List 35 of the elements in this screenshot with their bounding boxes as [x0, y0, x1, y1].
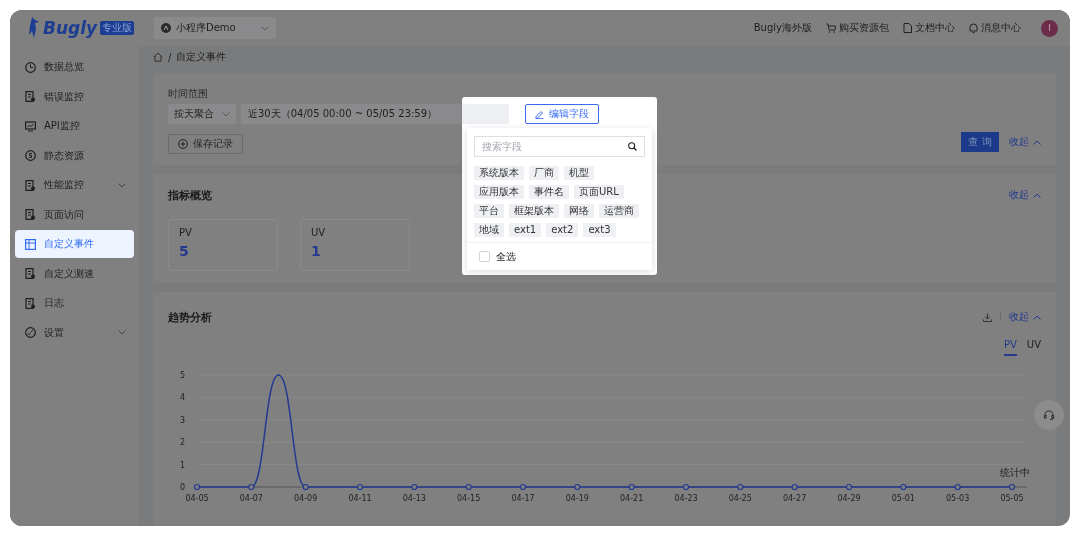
field-label: 时间范围	[168, 87, 209, 101]
metric-label: PV	[179, 227, 193, 238]
x-tick-label: 04-15	[457, 494, 481, 503]
y-tick-label: 0	[179, 483, 185, 492]
x-tick-label: 04-21	[620, 494, 644, 503]
breadcrumb-separator: /	[168, 51, 172, 63]
section-title: 趋势分析	[168, 309, 212, 325]
y-tick-label: 3	[179, 415, 185, 425]
x-tick-label: 04-13	[402, 494, 426, 503]
y-tick-label: 2	[179, 438, 185, 448]
metric-value: 5	[179, 243, 190, 259]
x-tick-label: 04-23	[674, 494, 698, 503]
x-tick-label: 05-05	[1000, 494, 1024, 503]
metric-value: 1	[311, 243, 322, 259]
x-tick-label: 05-03	[946, 494, 970, 503]
x-tick-label: 04-07	[239, 494, 263, 503]
x-tick-label: 04-17	[511, 494, 535, 503]
metric-label: UV	[311, 227, 327, 238]
section-title: 指标概览	[168, 187, 212, 203]
x-tick-label: 04-27	[783, 494, 807, 503]
x-tick-label: 04-05	[185, 494, 209, 503]
logo-text: Bugly	[43, 18, 98, 38]
y-tick-label: 4	[179, 393, 185, 403]
x-tick-label: 04-19	[565, 494, 589, 503]
x-tick-label: 05-01	[891, 494, 915, 503]
x-tick-label: 04-25	[728, 494, 752, 503]
y-tick-label: 1	[179, 460, 185, 470]
breadcrumb-current: 自定义事件	[176, 50, 227, 64]
checkbox-label: 全选	[496, 249, 516, 264]
x-tick-label: 04-29	[837, 494, 861, 503]
status-label: 统计中	[1000, 466, 1030, 480]
y-tick-label: 5	[179, 371, 185, 380]
edition-badge: 专业版	[100, 21, 135, 35]
x-tick-label: 04-09	[294, 494, 318, 503]
x-tick-label: 04-11	[348, 494, 372, 503]
